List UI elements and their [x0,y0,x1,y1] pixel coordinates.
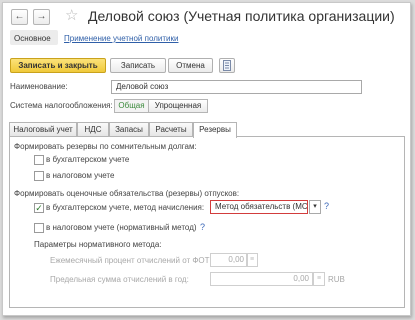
tax-simplified-toggle[interactable]: Упрощенная [148,99,208,113]
currency-label: RUB [328,275,345,284]
doubtful-accounting-checkbox[interactable] [34,155,44,165]
monthly-percent-picker[interactable]: ≡ [246,253,258,267]
annual-max-picker[interactable]: ≡ [313,272,325,286]
arrow-left-icon: ← [14,11,25,22]
tab-inventory[interactable]: Запасы [109,122,149,136]
document-window: ← → ☆ Деловой союз (Учетная политика орг… [2,2,411,316]
method-dropdown-button[interactable]: ▾ [309,200,321,214]
menu-icon: ≡ [249,256,255,263]
check-mark-icon: ✓ [35,203,43,213]
tab-reserves[interactable]: Резервы [193,122,237,138]
vacation-accounting-checkbox[interactable]: ✓ [34,203,44,213]
help-question-icon[interactable]: ? [324,201,329,211]
name-label: Наименование: [10,82,68,91]
save-button[interactable]: Записать [110,58,166,73]
tax-system-label: Система налогообложения: [10,101,113,110]
monthly-percent-input[interactable]: 0,00 [210,253,248,267]
name-input[interactable]: Деловой союз [111,80,362,94]
monthly-percent-label: Ежемесячный процент отчислений от ФОТ: [50,256,212,265]
list-icon [223,60,231,71]
chevron-down-icon: ▾ [313,203,317,210]
accrual-method-select[interactable]: Метод обязательств (МСФО) [210,200,308,214]
vacation-tax-checkbox[interactable] [34,223,44,233]
vacation-accounting-label: в бухгалтерском учете, метод начисления: [46,203,205,212]
tab-tax-accounting[interactable]: Налоговый учет [9,122,77,136]
normative-params-heading: Параметры нормативного метода: [34,240,162,249]
cancel-button[interactable]: Отмена [168,58,213,73]
tab-vat[interactable]: НДС [77,122,109,136]
save-and-close-button[interactable]: Записать и закрыть [10,58,106,73]
annual-max-label: Предельная сумма отчислений в год: [50,275,189,284]
arrow-right-icon: → [36,11,47,22]
tab-apply-policy[interactable]: Применение учетной политики [64,34,178,43]
forward-button[interactable]: → [33,9,50,25]
star-icon[interactable]: ☆ [65,6,78,24]
reserves-panel: Формировать резервы по сомнительным долг… [9,136,405,308]
tab-main[interactable]: Основное [14,34,51,43]
tab-settlements[interactable]: Расчеты [149,122,193,136]
doubtful-debts-heading: Формировать резервы по сомнительным долг… [14,142,197,151]
window-title: Деловой союз (Учетная политика организац… [88,8,395,24]
menu-icon: ≡ [316,275,322,282]
more-actions-button[interactable] [219,58,235,73]
doubtful-accounting-label: в бухгалтерском учете [46,155,130,164]
doubtful-tax-label: в налоговом учете [46,171,115,180]
help-question-icon-2[interactable]: ? [200,222,205,232]
vacation-reserves-heading: Формировать оценочные обязательства (рез… [14,189,240,198]
vacation-tax-label: в налоговом учете (нормативный метод) [46,223,197,232]
doubtful-tax-checkbox[interactable] [34,171,44,181]
annual-max-input[interactable]: 0,00 [210,272,313,286]
tax-general-toggle[interactable]: Общая [114,99,149,113]
back-button[interactable]: ← [11,9,28,25]
